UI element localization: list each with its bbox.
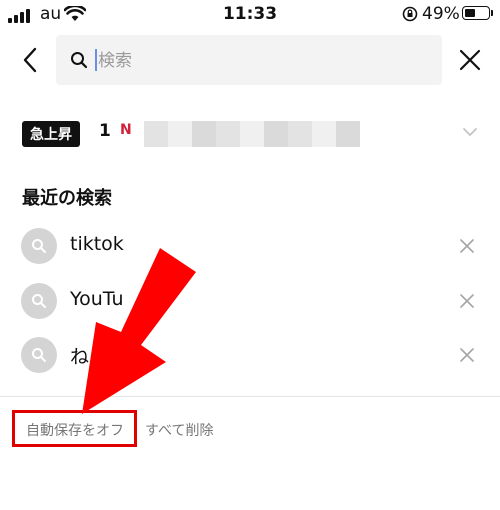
battery-percent: 49% (422, 4, 460, 24)
close-icon (460, 239, 474, 253)
search-box[interactable] (56, 35, 442, 87)
battery-icon (462, 6, 490, 20)
remove-item-button[interactable] (456, 235, 478, 257)
chevron-down-icon[interactable] (462, 126, 478, 138)
divider (0, 396, 500, 397)
highlight-box (12, 410, 137, 447)
recent-search-label[interactable]: tiktok (70, 233, 124, 255)
remove-item-button[interactable] (456, 344, 478, 366)
search-history-icon (21, 283, 57, 319)
close-icon (460, 348, 474, 362)
new-mark: N (120, 122, 132, 138)
search-history-icon (21, 337, 57, 373)
remove-item-button[interactable] (456, 290, 478, 312)
recent-search-item[interactable]: ね (0, 328, 500, 382)
delete-all-button[interactable]: すべて削除 (145, 420, 213, 440)
recent-search-label[interactable]: YouTu (70, 288, 124, 310)
back-button[interactable] (14, 44, 46, 76)
recent-search-label[interactable]: ね (70, 342, 89, 369)
trending-rank: 1 (99, 121, 111, 141)
recent-search-item[interactable]: tiktok (0, 219, 500, 273)
trending-badge: 急上昇 (22, 121, 80, 147)
search-history-icon (21, 228, 57, 264)
close-icon (460, 294, 474, 308)
close-button[interactable] (454, 44, 486, 76)
close-icon (459, 49, 481, 71)
search-input[interactable] (96, 35, 430, 87)
trending-keyword-blurred[interactable] (144, 121, 360, 147)
recent-searches-title: 最近の検索 (22, 188, 112, 209)
battery-level (465, 9, 475, 17)
battery-nub (491, 10, 493, 16)
chevron-left-icon (23, 47, 37, 73)
search-icon (71, 52, 88, 69)
rotation-lock-icon (402, 6, 418, 22)
recent-search-item[interactable]: YouTu (0, 274, 500, 328)
status-bar: au 11:33 49% (0, 0, 500, 30)
